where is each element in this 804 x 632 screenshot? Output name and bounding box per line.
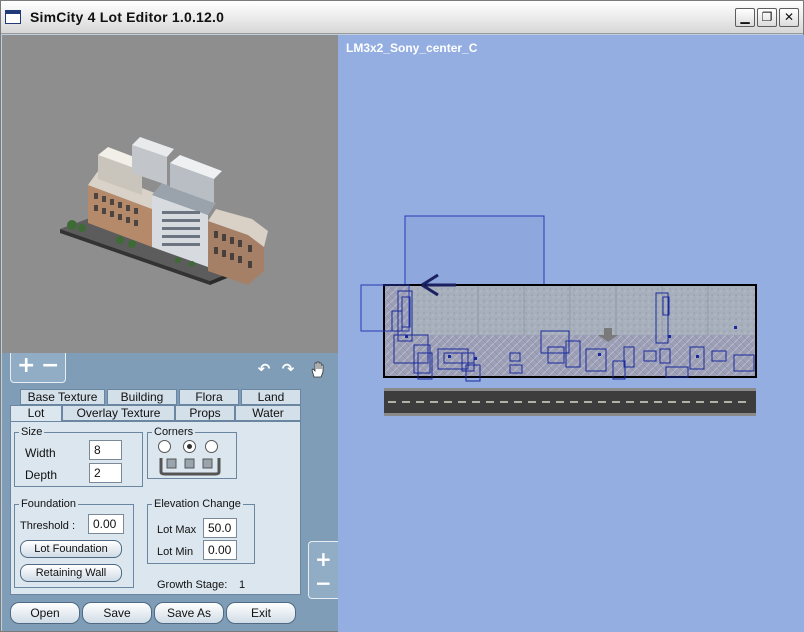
tab-flora[interactable]: Flora — [179, 389, 239, 405]
exit-button[interactable]: Exit — [226, 602, 296, 624]
preview-zoom-in-button[interactable]: + — [17, 355, 35, 377]
close-button[interactable]: ✕ — [779, 8, 799, 27]
lot-min-field[interactable]: 0.00 — [203, 540, 237, 560]
foundation-legend: Foundation — [21, 498, 77, 510]
title-bar[interactable]: SimCity 4 Lot Editor 1.0.12.0 ▁ ❐ ✕ — [1, 1, 803, 34]
tab-base-texture[interactable]: Base Texture — [20, 389, 105, 405]
tab-water[interactable]: Water — [235, 405, 301, 421]
retaining-wall-button[interactable]: Retaining Wall — [20, 564, 122, 582]
corner-radio-left[interactable] — [158, 440, 171, 453]
threshold-field[interactable]: 0.00 — [88, 514, 124, 534]
corner-radio-right[interactable] — [205, 440, 218, 453]
lot-editor-window: SimCity 4 Lot Editor 1.0.12.0 ▁ ❐ ✕ + − … — [0, 0, 804, 632]
depth-label: Depth — [25, 468, 58, 482]
lot-foundation-button[interactable]: Lot Foundation — [20, 540, 122, 558]
hand-icon[interactable] — [308, 359, 328, 379]
preview-zoom-out-button[interactable]: − — [41, 355, 59, 377]
size-legend: Size — [21, 426, 43, 438]
lot-min-label: Lot Min — [157, 546, 194, 558]
tab-props[interactable]: Props — [175, 405, 235, 421]
view-zoom-in-button[interactable]: + — [315, 548, 332, 570]
threshold-label: Threshold : — [20, 520, 76, 532]
width-label: Width — [25, 446, 56, 460]
lot-view[interactable]: LM3x2_Sony_center_C + − — [308, 35, 804, 632]
building-preview[interactable] — [2, 35, 338, 353]
save-as-button[interactable]: Save As — [154, 602, 224, 624]
corners-legend: Corners — [154, 426, 194, 438]
rotate-right-icon[interactable]: ↷ — [280, 361, 296, 377]
window-title: SimCity 4 Lot Editor 1.0.12.0 — [30, 9, 225, 25]
view-zoom-out-button[interactable]: − — [315, 572, 332, 594]
lot-canvas[interactable] — [338, 35, 804, 632]
editor-tabs: Base Texture Building Flora Land Lot Ove… — [10, 389, 301, 423]
depth-field[interactable]: 2 — [89, 463, 122, 483]
corner-shape-icon — [159, 456, 221, 476]
minimize-button[interactable]: ▁ — [735, 8, 755, 27]
lot-max-field[interactable]: 50.0 — [203, 518, 237, 538]
road-strip — [384, 388, 756, 416]
tab-lot[interactable]: Lot — [10, 405, 62, 422]
tab-overlay-texture[interactable]: Overlay Texture — [62, 405, 175, 421]
view-zoom-tab: + − — [308, 541, 338, 599]
control-panel: + − ↶ ↷ Base Texture Building Flora Land… — [2, 353, 338, 631]
lot-max-label: Lot Max — [157, 524, 197, 536]
open-button[interactable]: Open — [10, 602, 80, 624]
corner-radio-center[interactable] — [183, 440, 196, 453]
maximize-button[interactable]: ❐ — [757, 8, 777, 27]
growth-stage-label: Growth Stage: — [157, 579, 228, 591]
growth-stage-value: 1 — [239, 579, 246, 591]
elevation-legend: Elevation Change — [154, 498, 241, 510]
save-button[interactable]: Save — [82, 602, 152, 624]
tab-building[interactable]: Building — [107, 389, 177, 405]
preview-zoom-tab: + − — [10, 353, 66, 383]
width-field[interactable]: 8 — [89, 440, 122, 460]
rotate-left-icon[interactable]: ↶ — [256, 361, 272, 377]
tab-land[interactable]: Land — [241, 389, 301, 405]
lot-tab-panel: Size Width 8 Depth 2 Corners Foundation … — [10, 421, 301, 595]
app-icon — [5, 10, 21, 24]
building-render-image — [60, 137, 268, 285]
